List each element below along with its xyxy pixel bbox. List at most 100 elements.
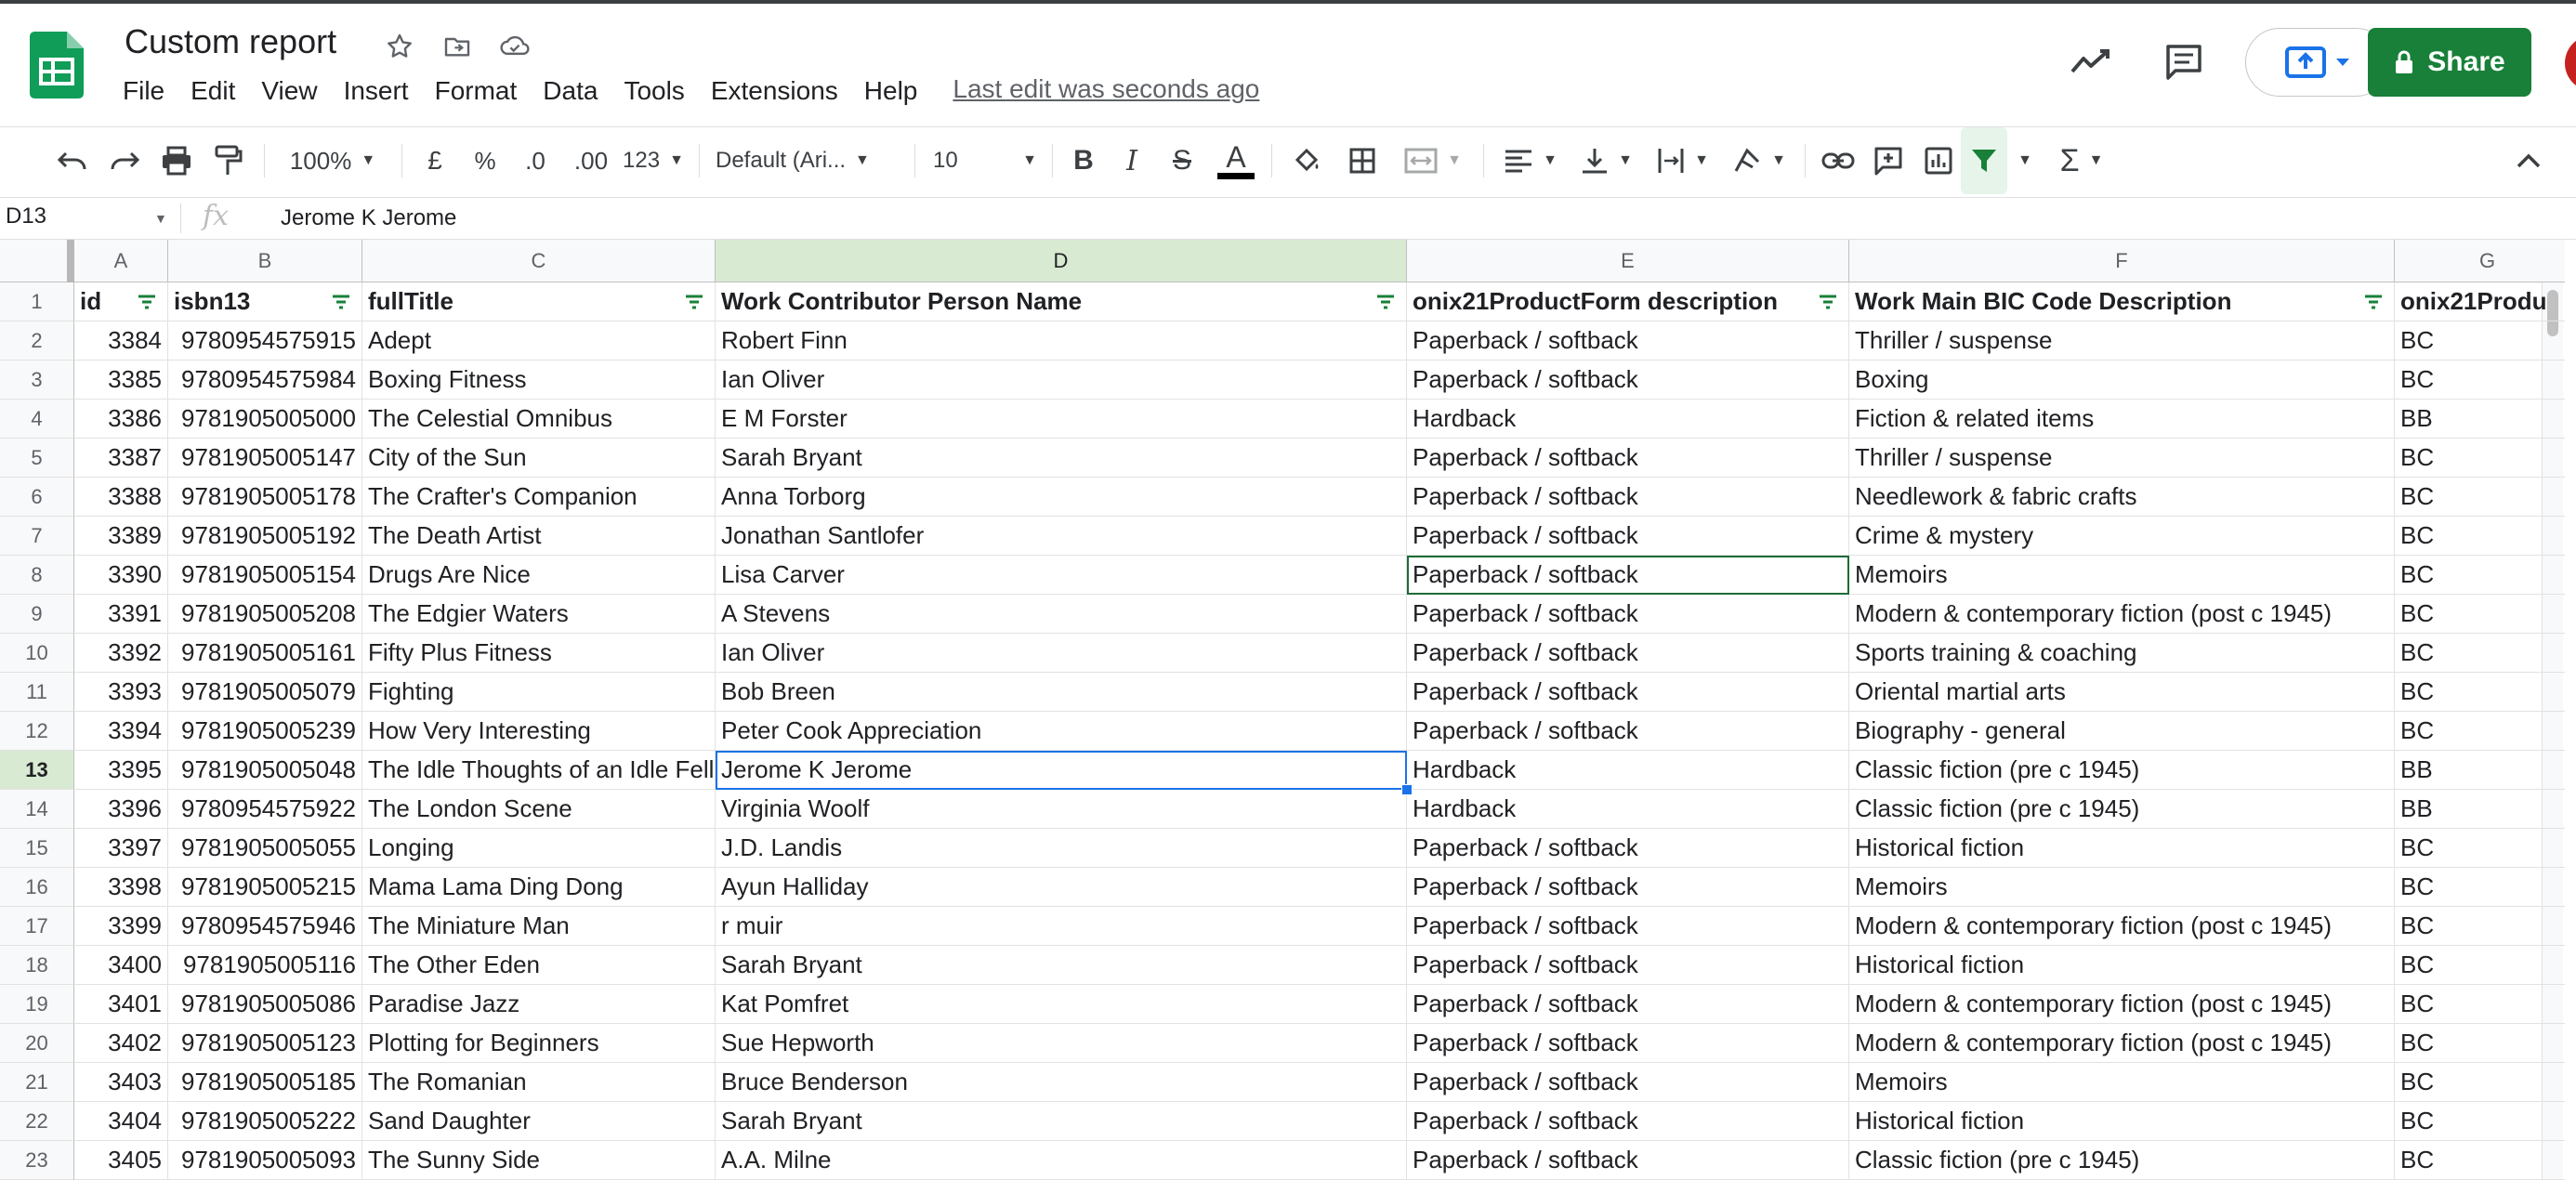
menu-extensions[interactable]: Extensions — [698, 74, 851, 108]
table-cell[interactable]: Paperback / softback — [1407, 439, 1849, 478]
table-cell[interactable]: The Sunny Side — [362, 1141, 716, 1180]
row-header-20[interactable]: 20 — [0, 1024, 74, 1063]
table-cell[interactable]: The Death Artist — [362, 517, 716, 556]
chevron-down-icon[interactable]: ▼ — [154, 211, 167, 226]
table-cell[interactable]: 3401 — [74, 985, 168, 1024]
table-cell[interactable]: 3397 — [74, 829, 168, 868]
table-cell[interactable]: 3387 — [74, 439, 168, 478]
bold-button[interactable]: B — [1063, 127, 1104, 194]
table-cell[interactable]: 9781905005147 — [168, 439, 362, 478]
column-header-g[interactable]: G — [2395, 240, 2565, 282]
column-filter-icon[interactable] — [2363, 294, 2384, 310]
table-cell[interactable]: The Other Eden — [362, 946, 716, 985]
menu-help[interactable]: Help — [851, 74, 931, 108]
table-cell[interactable]: 3394 — [74, 712, 168, 751]
percent-format-button[interactable]: % — [465, 127, 506, 194]
collapse-toolbar-icon[interactable] — [2505, 127, 2552, 194]
table-cell[interactable]: Biography - general — [1849, 712, 2395, 751]
paint-format-icon[interactable] — [206, 127, 251, 194]
row-header-13[interactable]: 13 — [0, 751, 74, 790]
table-cell[interactable]: E M Forster — [716, 400, 1407, 439]
table-cell[interactable]: 9781905005086 — [168, 985, 362, 1024]
table-cell[interactable]: Paperback / softback — [1407, 1024, 1849, 1063]
table-cell[interactable]: 3389 — [74, 517, 168, 556]
table-cell[interactable]: Modern & contemporary fiction (post c 19… — [1849, 595, 2395, 634]
table-cell[interactable]: Paperback / softback — [1407, 829, 1849, 868]
filter-views-dropdown[interactable]: ▼ — [2011, 127, 2039, 194]
table-cell[interactable]: BB — [2395, 751, 2565, 790]
column-header-a[interactable]: A — [74, 240, 168, 282]
table-cell[interactable]: 3396 — [74, 790, 168, 829]
italic-button[interactable]: I — [1111, 127, 1152, 194]
column-header-b[interactable]: B — [168, 240, 362, 282]
table-cell[interactable]: Hardback — [1407, 751, 1849, 790]
header-cell-d[interactable]: Work Contributor Person Name — [716, 282, 1407, 321]
table-cell[interactable]: J.D. Landis — [716, 829, 1407, 868]
table-cell[interactable]: The London Scene — [362, 790, 716, 829]
table-cell[interactable]: 9780954575915 — [168, 321, 362, 361]
row-header-19[interactable]: 19 — [0, 985, 74, 1024]
merge-cells-icon[interactable]: ▼ — [1394, 127, 1472, 194]
table-cell[interactable]: 3404 — [74, 1102, 168, 1141]
column-header-f[interactable]: F — [1849, 240, 2395, 282]
table-cell[interactable]: BC — [2395, 517, 2565, 556]
table-cell[interactable]: 3403 — [74, 1063, 168, 1102]
table-cell[interactable]: Memoirs — [1849, 868, 2395, 907]
table-cell[interactable]: Paperback / softback — [1407, 517, 1849, 556]
table-cell[interactable]: BC — [2395, 1024, 2565, 1063]
table-cell[interactable]: Paperback / softback — [1407, 634, 1849, 673]
share-button[interactable]: Share — [2368, 28, 2531, 97]
column-header-d[interactable]: D — [716, 240, 1407, 282]
table-cell[interactable]: 3400 — [74, 946, 168, 985]
table-cell[interactable]: BC — [2395, 868, 2565, 907]
table-cell[interactable]: The Edgier Waters — [362, 595, 716, 634]
table-cell[interactable]: Thriller / suspense — [1849, 321, 2395, 361]
increase-decimal-button[interactable]: .00 — [565, 127, 617, 194]
table-cell[interactable]: Sue Hepworth — [716, 1024, 1407, 1063]
table-cell[interactable]: Paradise Jazz — [362, 985, 716, 1024]
row-header-22[interactable]: 22 — [0, 1102, 74, 1141]
text-rotation-icon[interactable]: ▼ — [1725, 127, 1794, 194]
row-header-2[interactable]: 2 — [0, 321, 74, 361]
print-icon[interactable] — [154, 127, 199, 194]
insert-comment-icon[interactable] — [1868, 127, 1909, 194]
table-cell[interactable]: Paperback / softback — [1407, 673, 1849, 712]
table-cell[interactable]: A.A. Milne — [716, 1141, 1407, 1180]
column-filter-icon[interactable] — [331, 294, 351, 310]
more-formats-button[interactable]: 123 ▼ — [621, 127, 686, 194]
table-cell[interactable]: City of the Sun — [362, 439, 716, 478]
row-header-8[interactable]: 8 — [0, 556, 74, 595]
zoom-select[interactable]: 100% ▼ — [277, 127, 388, 194]
frozen-column-handle[interactable] — [67, 240, 74, 282]
document-title[interactable]: Custom report — [125, 22, 336, 61]
table-cell[interactable]: Paperback / softback — [1407, 985, 1849, 1024]
table-cell[interactable]: Paperback / softback — [1407, 907, 1849, 946]
column-filter-icon[interactable] — [1375, 294, 1396, 310]
table-cell[interactable]: Boxing — [1849, 361, 2395, 400]
table-cell[interactable]: Sarah Bryant — [716, 946, 1407, 985]
table-cell[interactable]: Sarah Bryant — [716, 439, 1407, 478]
font-family-select[interactable]: Default (Ari... ▼ — [716, 127, 901, 194]
row-header-10[interactable]: 10 — [0, 634, 74, 673]
undo-icon[interactable] — [50, 127, 95, 194]
font-size-select[interactable]: 10 ▼ — [929, 127, 1041, 194]
table-cell[interactable]: 9780954575946 — [168, 907, 362, 946]
table-cell[interactable]: BC — [2395, 321, 2565, 361]
table-cell[interactable]: Mama Lama Ding Dong — [362, 868, 716, 907]
table-cell[interactable]: Classic fiction (pre c 1945) — [1849, 790, 2395, 829]
table-cell[interactable]: BC — [2395, 712, 2565, 751]
table-cell[interactable]: The Celestial Omnibus — [362, 400, 716, 439]
table-cell[interactable]: 3399 — [74, 907, 168, 946]
row-header-7[interactable]: 7 — [0, 517, 74, 556]
insert-chart-icon[interactable] — [1918, 127, 1959, 194]
menu-tools[interactable]: Tools — [611, 74, 697, 108]
table-cell[interactable]: BC — [2395, 556, 2565, 595]
column-filter-icon[interactable] — [137, 294, 157, 310]
table-cell[interactable]: BC — [2395, 1141, 2565, 1180]
table-cell[interactable]: 3384 — [74, 321, 168, 361]
table-cell[interactable]: Modern & contemporary fiction (post c 19… — [1849, 985, 2395, 1024]
table-cell[interactable]: Jerome K Jerome — [716, 751, 1407, 790]
table-cell[interactable]: Anna Torborg — [716, 478, 1407, 517]
table-cell[interactable]: 9780954575984 — [168, 361, 362, 400]
table-cell[interactable]: 9781905005154 — [168, 556, 362, 595]
